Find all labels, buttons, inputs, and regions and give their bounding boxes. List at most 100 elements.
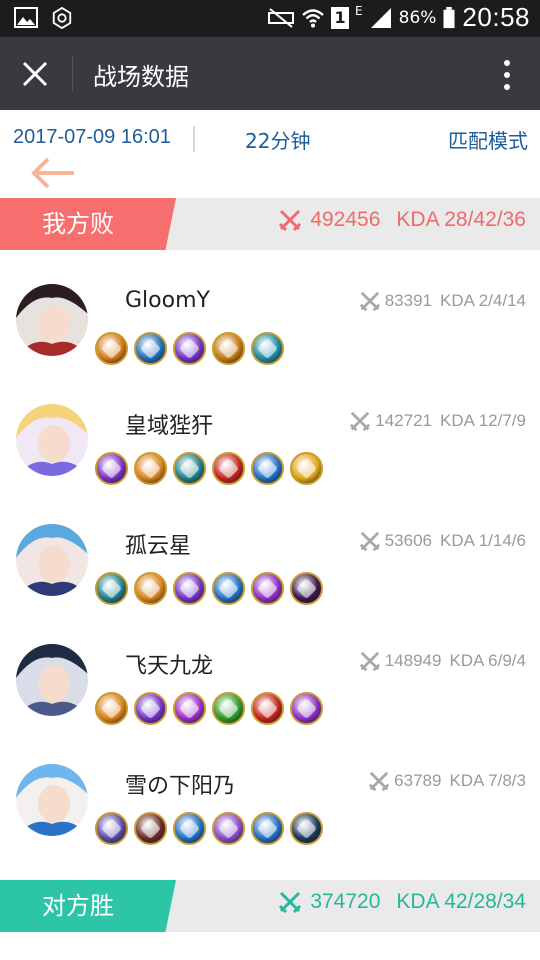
clock: 20:58 — [462, 2, 530, 32]
equipment-icon[interactable] — [212, 692, 245, 725]
player-stats: 53606 KDA 1/14/6 — [359, 530, 526, 552]
crossed-swords-icon — [350, 411, 371, 432]
settings-icon — [52, 7, 72, 29]
player-row[interactable]: GloomY 83391 KDA 2/4/14 — [0, 284, 540, 394]
battery-percent: 86% — [398, 7, 437, 28]
mute-icon — [268, 7, 295, 28]
crossed-swords-icon — [369, 771, 390, 792]
wifi-icon — [302, 8, 324, 27]
equipment-icon[interactable] — [290, 452, 323, 485]
equipment-list — [95, 572, 323, 605]
equipment-list — [95, 692, 323, 725]
equipment-icon[interactable] — [212, 332, 245, 365]
equipment-icon[interactable] — [95, 452, 128, 485]
player-score: 63789 — [394, 771, 442, 790]
player-kda: KDA 6/9/4 — [449, 651, 526, 670]
hero-avatar[interactable] — [16, 764, 88, 836]
equipment-icon[interactable] — [134, 452, 167, 485]
equipment-icon[interactable] — [95, 572, 128, 605]
player-stats: 148949 KDA 6/9/4 — [359, 650, 526, 672]
player-score: 142721 — [375, 411, 432, 430]
equipment-icon[interactable] — [212, 452, 245, 485]
equipment-icon[interactable] — [134, 332, 167, 365]
equipment-icon[interactable] — [173, 812, 206, 845]
player-name: GloomY — [125, 288, 210, 313]
player-row[interactable]: 皇域狴犴 142721 KDA 12/7/9 — [0, 404, 540, 514]
player-stats: 83391 KDA 2/4/14 — [359, 290, 526, 312]
equipment-icon[interactable] — [290, 572, 323, 605]
equipment-list — [95, 332, 284, 365]
player-kda: KDA 2/4/14 — [439, 291, 526, 310]
equipment-icon[interactable] — [95, 812, 128, 845]
equipment-list — [95, 452, 323, 485]
match-datetime: 2017-07-09 16:01 — [13, 126, 171, 148]
close-icon[interactable] — [22, 61, 48, 87]
more-vertical-icon[interactable] — [504, 60, 510, 90]
crossed-swords-icon — [359, 531, 380, 552]
equipment-icon[interactable] — [251, 572, 284, 605]
page-title: 战场数据 — [93, 63, 189, 91]
enemy-team-result: 对方胜 — [0, 880, 176, 932]
image-icon — [14, 7, 38, 28]
player-score: 148949 — [384, 651, 442, 670]
equipment-icon[interactable] — [251, 692, 284, 725]
crossed-swords-icon — [359, 291, 380, 312]
match-info: 2017-07-09 16:01 22分钟 匹配模式 — [0, 110, 540, 198]
player-stats: 142721 KDA 12/7/9 — [349, 410, 526, 432]
sim-badge: 1 — [331, 6, 350, 29]
our-team-kda: KDA 28/42/36 — [396, 208, 526, 231]
player-score: 83391 — [384, 291, 432, 310]
crossed-swords-icon — [279, 891, 302, 914]
match-duration: 22分钟 — [245, 129, 311, 153]
enemy-team-summary: 对方胜 374720 KDA 42/28/34 — [0, 880, 540, 932]
hero-avatar[interactable] — [16, 284, 88, 356]
equipment-icon[interactable] — [95, 332, 128, 365]
network-type: E — [355, 4, 363, 18]
player-row[interactable]: 孤云星 53606 KDA 1/14/6 — [0, 524, 540, 634]
enemy-team-score: 374720 — [310, 890, 381, 913]
meta-divider — [193, 126, 195, 152]
equipment-icon[interactable] — [173, 452, 206, 485]
equipment-icon[interactable] — [173, 572, 206, 605]
equipment-icon[interactable] — [290, 812, 323, 845]
equipment-icon[interactable] — [173, 332, 206, 365]
crossed-swords-icon — [279, 209, 302, 232]
app-titlebar: 战场数据 — [0, 37, 540, 110]
equipment-icon[interactable] — [251, 332, 284, 365]
hero-avatar[interactable] — [16, 404, 88, 476]
equipment-icon[interactable] — [212, 812, 245, 845]
our-team-summary: 我方败 492456 KDA 28/42/36 — [0, 198, 540, 250]
player-row[interactable]: 雪の下阳乃 63789 KDA 7/8/3 — [0, 764, 540, 874]
player-kda: KDA 1/14/6 — [439, 531, 526, 550]
hero-avatar[interactable] — [16, 644, 88, 716]
player-name: 皇域狴犴 — [125, 414, 214, 439]
player-row[interactable]: 飞天九龙 148949 KDA 6/9/4 — [0, 644, 540, 754]
equipment-icon[interactable] — [212, 572, 245, 605]
equipment-icon[interactable] — [173, 692, 206, 725]
player-name: 孤云星 — [125, 534, 192, 559]
player-kda: KDA 12/7/9 — [439, 411, 526, 430]
battery-icon — [443, 6, 455, 28]
status-bar: 1 E 86% 20:58 — [0, 0, 540, 37]
equipment-icon[interactable] — [134, 572, 167, 605]
equipment-icon[interactable] — [134, 692, 167, 725]
player-name: 雪の下阳乃 — [125, 774, 236, 799]
equipment-list — [95, 812, 323, 845]
enemy-team-kda: KDA 42/28/34 — [396, 890, 526, 913]
our-team-result: 我方败 — [0, 198, 176, 250]
signal-icon — [370, 7, 391, 28]
match-mode: 匹配模式 — [448, 129, 528, 153]
titlebar-divider — [72, 57, 73, 91]
equipment-icon[interactable] — [95, 692, 128, 725]
crossed-swords-icon — [359, 651, 380, 672]
equipment-icon[interactable] — [134, 812, 167, 845]
back-arrow-icon[interactable] — [30, 156, 76, 190]
equipment-icon[interactable] — [290, 692, 323, 725]
equipment-icon[interactable] — [251, 452, 284, 485]
player-kda: KDA 7/8/3 — [449, 771, 526, 790]
player-name: 飞天九龙 — [125, 654, 214, 679]
our-team-score: 492456 — [310, 208, 381, 231]
player-score: 53606 — [384, 531, 432, 550]
equipment-icon[interactable] — [251, 812, 284, 845]
hero-avatar[interactable] — [16, 524, 88, 596]
